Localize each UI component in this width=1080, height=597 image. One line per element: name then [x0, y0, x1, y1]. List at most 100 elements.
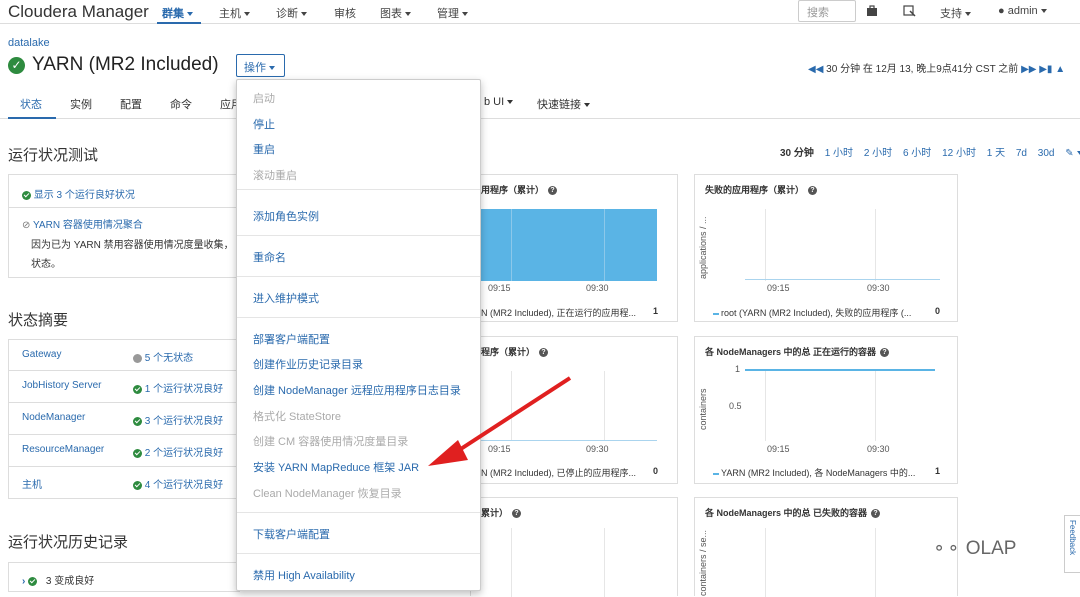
menu-item-disable-ha[interactable]: 禁用 High Availability	[253, 567, 355, 583]
menu-item-start[interactable]: 启动	[253, 90, 275, 106]
parcel-icon[interactable]	[866, 5, 878, 20]
feedback-tab[interactable]: Feedback	[1064, 515, 1080, 573]
chart-title: 各 NodeManagers 中的总 正在运行的容器?	[705, 345, 890, 358]
watermark: ⚬⚬ OLAP	[932, 538, 1017, 559]
container-usage-test[interactable]: ⊘ YARN 容器使用情况聚合	[22, 216, 143, 231]
help-icon[interactable]: ?	[880, 348, 890, 358]
nav-admin[interactable]: 管理	[437, 5, 468, 21]
check-icon	[133, 448, 142, 458]
menu-item-create-jobhistory-dir[interactable]: 创建作业历史记录目录	[253, 356, 363, 372]
menu-item-maintenance[interactable]: 进入维护模式	[253, 290, 319, 306]
show-good-health-link[interactable]: 显示 3 个运行良好状况	[22, 186, 135, 201]
help-icon[interactable]: ?	[871, 509, 881, 519]
page-title: YARN (MR2 Included)	[32, 54, 219, 75]
tab-configuration[interactable]: 配置	[120, 96, 142, 112]
range-option[interactable]: 2 小时	[864, 148, 892, 159]
series-line	[745, 369, 935, 371]
brand-logo[interactable]: Cloudera Manager	[8, 2, 149, 22]
tasks-icon[interactable]	[903, 5, 916, 20]
nav-audits[interactable]: 审核	[334, 5, 356, 21]
help-icon[interactable]: ?	[808, 186, 818, 196]
cluster-breadcrumb[interactable]: datalake	[8, 37, 50, 49]
tab-web-ui[interactable]: b UI	[484, 96, 514, 108]
role-state[interactable]: 4 个运行状况良好	[133, 476, 223, 491]
none-status-icon	[133, 353, 142, 363]
actions-dropdown-menu: 启动 停止 重启 滚动重启 添加角色实例 重命名 进入维护模式 部署客户端配置 …	[236, 79, 481, 591]
role-link-jobhistory[interactable]: JobHistory Server	[22, 380, 101, 391]
range-current[interactable]: 30 分钟	[780, 148, 814, 159]
menu-item-format-statestore[interactable]: 格式化 StateStore	[253, 408, 341, 424]
menu-item-restart[interactable]: 重启	[253, 141, 275, 157]
y-axis-label: containers	[698, 388, 708, 430]
role-link-nodemanager[interactable]: NodeManager	[22, 412, 85, 423]
history-row[interactable]: › 3 变成良好	[8, 562, 240, 592]
range-option[interactable]: 7d	[1016, 148, 1027, 159]
range-option[interactable]: 1 天	[987, 148, 1005, 159]
tab-quick-links[interactable]: 快速链接	[537, 96, 590, 112]
health-tests-title: 运行状况测试	[8, 147, 99, 164]
chart-title: 失败的应用程序（累计）?	[705, 183, 818, 196]
health-good-panel: 显示 3 个运行良好状况	[8, 174, 240, 208]
role-link-hosts[interactable]: 主机	[22, 476, 42, 491]
tab-instances[interactable]: 实例	[70, 96, 92, 112]
expand-chevron-icon[interactable]: ›	[22, 576, 25, 587]
menu-item-deploy-client-config[interactable]: 部署客户端配置	[253, 331, 330, 347]
role-state[interactable]: 1 个运行状况良好	[133, 380, 223, 395]
help-icon[interactable]: ?	[548, 186, 558, 196]
chart-apps-bottom: 累计）?	[470, 497, 678, 597]
role-state[interactable]: 5 个无状态	[133, 349, 193, 364]
nav-user[interactable]: ● admin	[998, 5, 1047, 17]
nav-hosts[interactable]: 主机	[219, 5, 250, 21]
menu-item-rolling-restart[interactable]: 滚动重启	[253, 167, 297, 183]
role-link-resourcemanager[interactable]: ResourceManager	[22, 444, 104, 455]
disabled-icon: ⊘	[22, 220, 31, 231]
forward-icon[interactable]: ▶▶	[1021, 64, 1036, 75]
check-icon	[133, 384, 142, 394]
menu-item-clean-nm-recovery[interactable]: Clean NodeManager 恢复目录	[253, 485, 402, 501]
chart-legend: YARN (MR2 Included), 各 NodeManagers 中的..…	[713, 466, 915, 479]
menu-divider	[237, 512, 480, 513]
check-icon	[22, 190, 31, 200]
role-state[interactable]: 3 个运行状况良好	[133, 412, 223, 427]
menu-divider	[237, 317, 480, 318]
menu-divider	[237, 189, 480, 190]
chart-title: 用程序（累计）?	[481, 183, 558, 196]
good-health-icon: ✓	[8, 57, 25, 74]
rewind-icon[interactable]: ◀◀	[808, 64, 823, 75]
chart-icon[interactable]: ▲	[1055, 64, 1065, 75]
top-navbar: Cloudera Manager 群集 主机 诊断 审核 图表 管理 搜索 支持…	[0, 0, 1080, 24]
menu-item-create-cm-container-dir[interactable]: 创建 CM 容器使用情况度量目录	[253, 433, 408, 449]
nav-charts[interactable]: 图表	[380, 5, 411, 21]
range-option[interactable]: 6 小时	[903, 148, 931, 159]
table-row: JobHistory Server 1 个运行状况良好	[8, 371, 238, 403]
menu-item-stop[interactable]: 停止	[253, 116, 275, 132]
nav-diagnostics[interactable]: 诊断	[276, 5, 307, 21]
legend-value: 1	[653, 306, 659, 316]
check-icon	[28, 576, 38, 586]
actions-button[interactable]: 操作	[236, 54, 285, 77]
menu-item-rename[interactable]: 重命名	[253, 249, 286, 265]
menu-item-download-client-config[interactable]: 下载客户端配置	[253, 526, 330, 542]
search-input[interactable]: 搜索	[798, 0, 856, 22]
menu-item-add-role[interactable]: 添加角色实例	[253, 208, 319, 224]
chat-bubble-icon: ⚬⚬	[932, 539, 961, 558]
range-option[interactable]: 12 小时	[942, 148, 976, 159]
help-icon[interactable]: ?	[539, 348, 549, 358]
annotation-arrow-icon	[428, 376, 572, 466]
skip-to-now-icon[interactable]: ▶▮	[1039, 64, 1052, 75]
check-icon	[133, 480, 142, 490]
tab-commands[interactable]: 命令	[170, 96, 192, 112]
menu-item-install-mr-jar[interactable]: 安装 YARN MapReduce 框架 JAR	[253, 459, 419, 475]
range-option[interactable]: 1 小时	[825, 148, 853, 159]
edit-pencil-icon[interactable]: ✎	[1065, 148, 1080, 159]
nav-clusters[interactable]: 群集	[162, 5, 193, 21]
role-link-gateway[interactable]: Gateway	[22, 349, 61, 360]
menu-divider	[237, 276, 480, 277]
role-state[interactable]: 2 个运行状况良好	[133, 444, 223, 459]
tab-status[interactable]: 状态	[20, 96, 42, 112]
nav-support[interactable]: 支持	[940, 5, 971, 21]
menu-divider	[237, 235, 480, 236]
table-row: Gateway 5 个无状态	[8, 339, 238, 371]
range-option[interactable]: 30d	[1038, 148, 1055, 159]
help-icon[interactable]: ?	[512, 509, 522, 519]
